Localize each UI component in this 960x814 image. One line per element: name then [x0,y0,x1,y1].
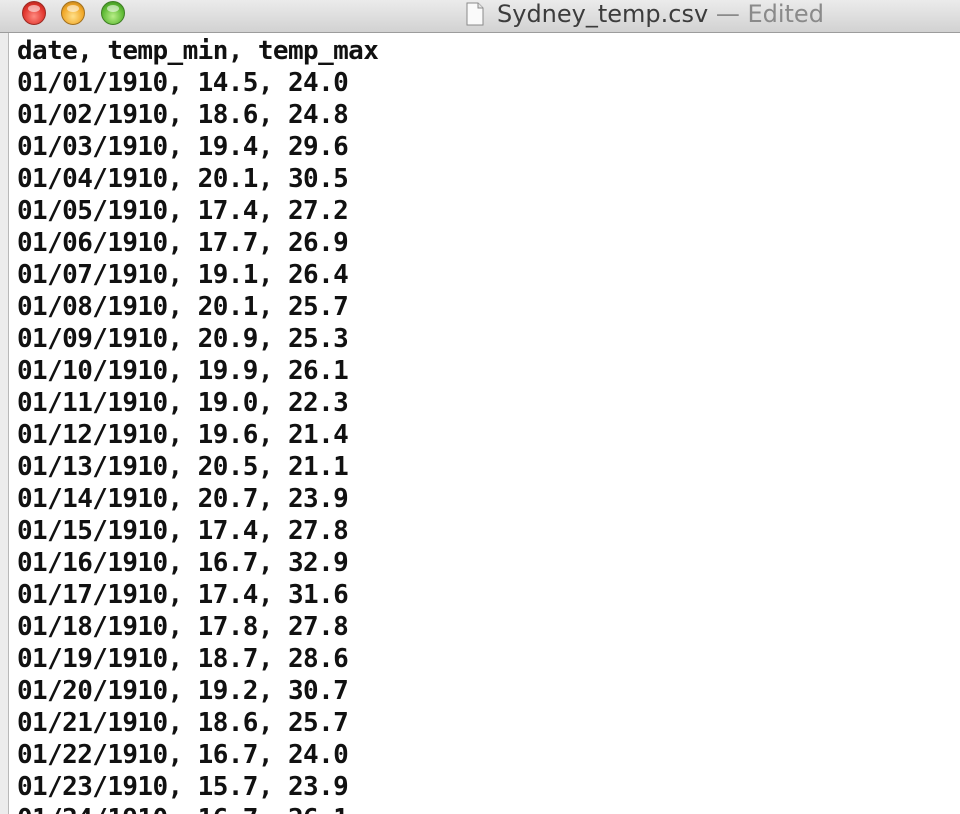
edited-status: Edited [747,0,824,28]
csv-data-line[interactable]: 01/05/1910, 17.4, 27.2 [17,195,378,227]
csv-data-line[interactable]: 01/02/1910, 18.6, 24.8 [17,99,378,131]
csv-data-line[interactable]: 01/06/1910, 17.7, 26.9 [17,227,378,259]
filename-label: Sydney_temp.csv [497,0,709,28]
csv-data-line[interactable]: 01/10/1910, 19.9, 26.1 [17,355,378,387]
csv-data-line[interactable]: 01/18/1910, 17.8, 27.8 [17,611,378,643]
zoom-window-button[interactable] [101,1,125,25]
text-editor-area[interactable]: date, temp_min, temp_max 01/01/1910, 14.5… [8,33,960,814]
close-window-button[interactable] [22,1,46,25]
csv-data-line[interactable]: 01/15/1910, 17.4, 27.8 [17,515,378,547]
csv-data-line[interactable]: 01/04/1910, 20.1, 30.5 [17,163,378,195]
csv-data-line[interactable]: 01/03/1910, 19.4, 29.6 [17,131,378,163]
csv-data-line[interactable]: 01/20/1910, 19.2, 30.7 [17,675,378,707]
csv-data-line[interactable]: 01/11/1910, 19.0, 22.3 [17,387,378,419]
csv-header-line[interactable]: date, temp_min, temp_max [17,35,379,67]
file-text-content[interactable]: date, temp_min, temp_max 01/01/1910, 14.5… [17,35,379,814]
csv-data-line[interactable]: 01/23/1910, 15.7, 23.9 [17,771,378,803]
csv-data-line[interactable]: 01/12/1910, 19.6, 21.4 [17,419,378,451]
csv-data-line[interactable]: 01/22/1910, 16.7, 24.0 [17,739,378,771]
csv-data-line[interactable]: 01/13/1910, 20.5, 21.1 [17,451,378,483]
window-title: Sydney_temp.csv — Edited [497,0,824,28]
csv-data-line[interactable]: 01/08/1910, 20.1, 25.7 [17,291,378,323]
csv-data-line[interactable]: 01/17/1910, 17.4, 31.6 [17,579,378,611]
title-separator: — [715,0,740,28]
background-window-edge [0,33,8,814]
window-titlebar[interactable]: Sydney_temp.csv — Edited [0,0,960,33]
csv-data-line[interactable]: 01/01/1910, 14.5, 24.0 [17,67,378,99]
csv-data-line[interactable]: 01/19/1910, 18.7, 28.6 [17,643,378,675]
csv-data-line[interactable]: 01/16/1910, 16.7, 32.9 [17,547,378,579]
csv-data-line[interactable]: 01/07/1910, 19.1, 26.4 [17,259,378,291]
document-icon[interactable] [466,2,484,26]
csv-data-line[interactable]: 01/09/1910, 20.9, 25.3 [17,323,378,355]
csv-data-line[interactable]: 01/24/1910, 16.7, 26.1 [17,803,378,814]
csv-data-line[interactable]: 01/21/1910, 18.6, 25.7 [17,707,378,739]
csv-data-line[interactable]: 01/14/1910, 20.7, 23.9 [17,483,378,515]
minimize-window-button[interactable] [61,1,85,25]
